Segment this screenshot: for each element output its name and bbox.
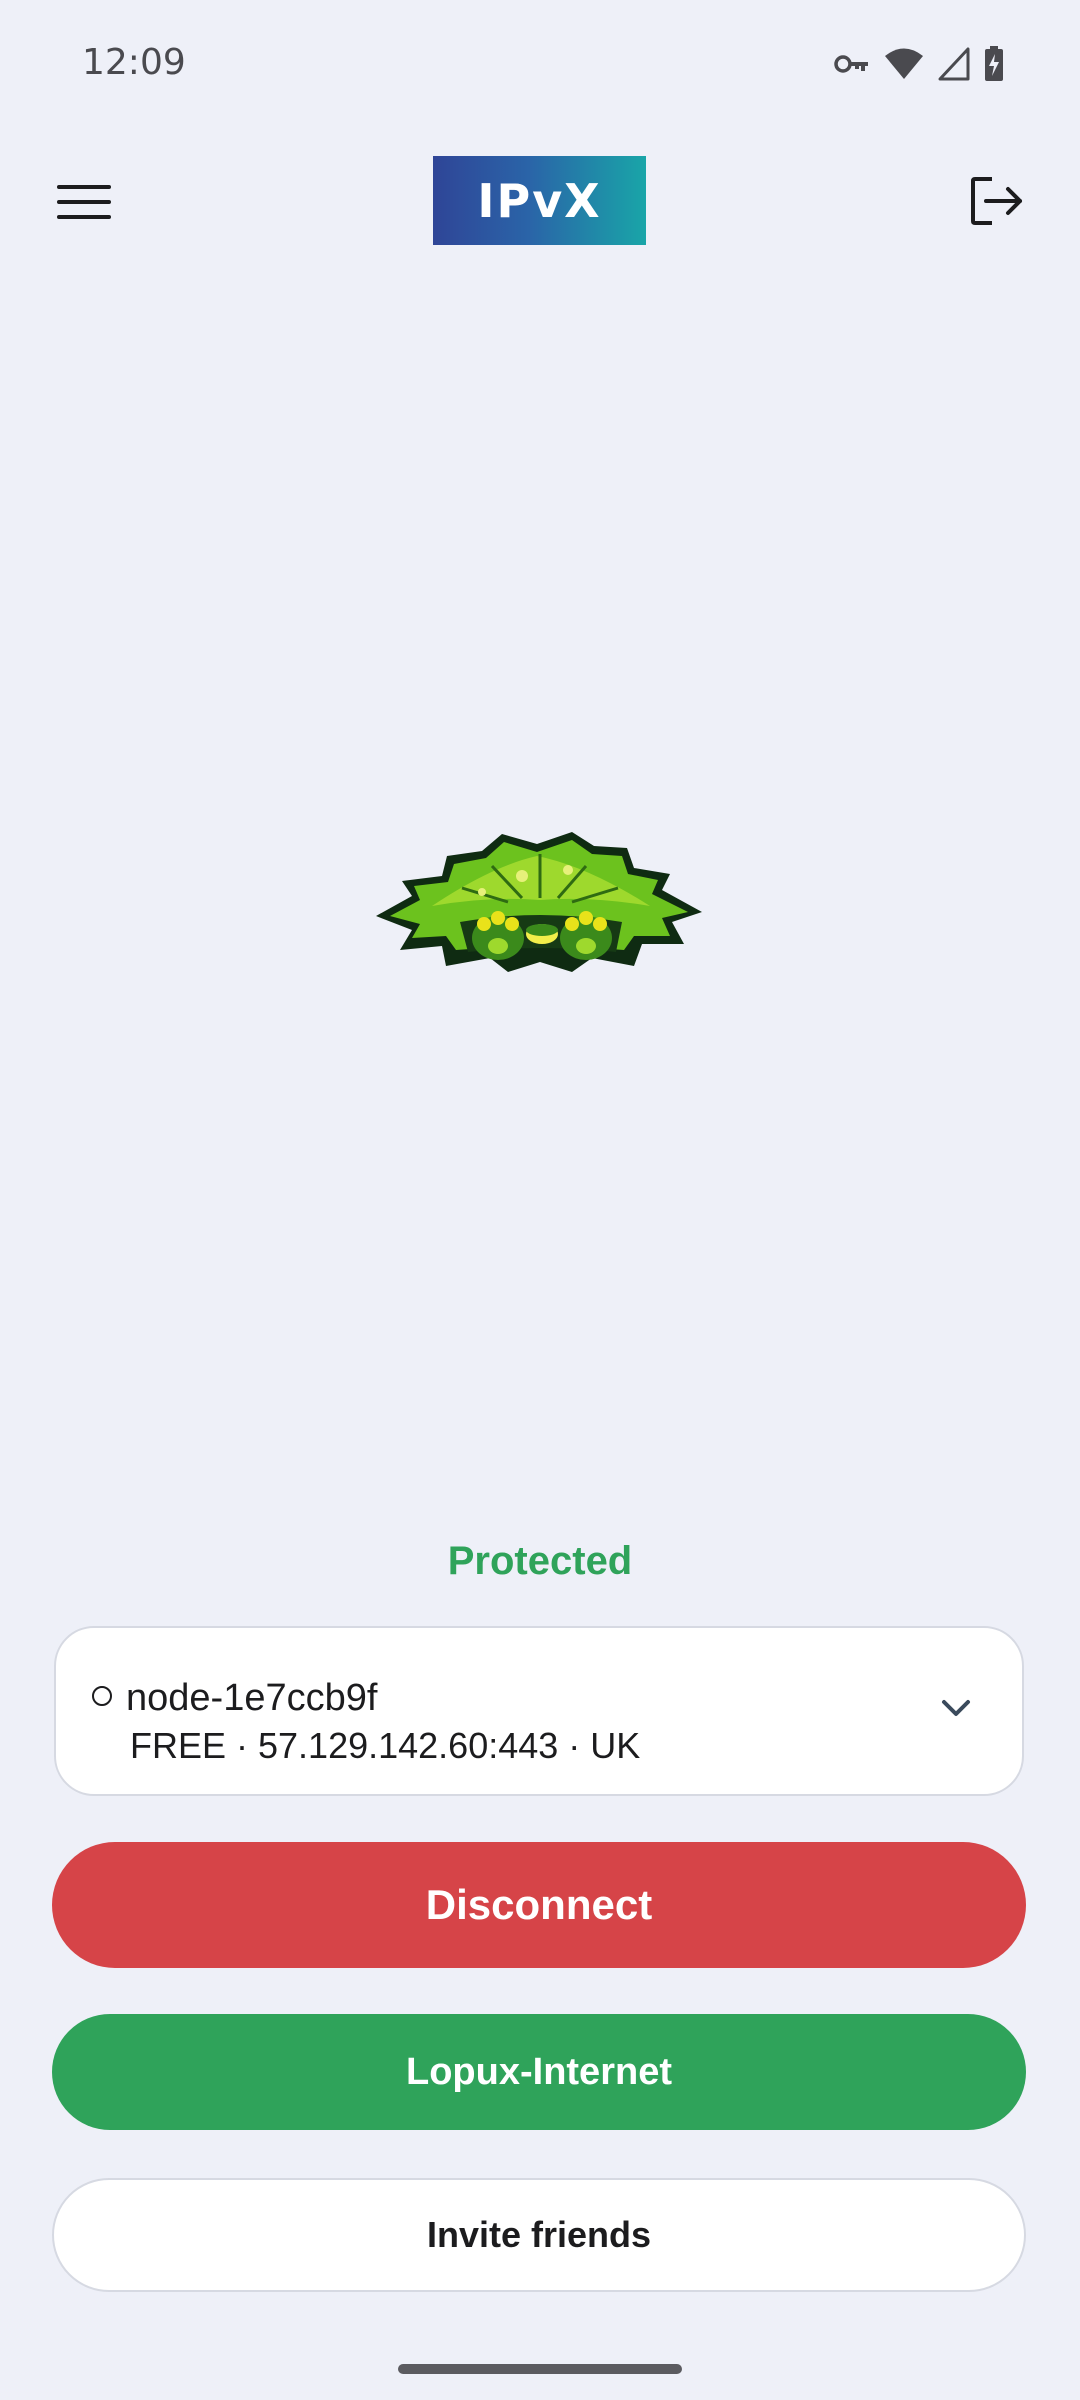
- wifi-icon: [885, 48, 923, 79]
- status-bar-icons: [834, 42, 1004, 86]
- chevron-down-icon[interactable]: [936, 1688, 976, 1728]
- logo-text: IPvX: [477, 173, 602, 228]
- server-selector[interactable]: node-1e7ccb9f FREE · 57.129.142.60:443 ·…: [54, 1626, 1024, 1796]
- home-indicator[interactable]: [398, 2364, 682, 2374]
- server-details: FREE · 57.129.142.60:443 · UK: [130, 1725, 641, 1766]
- cellular-signal-icon: [938, 47, 970, 81]
- app-logo: IPvX: [433, 156, 646, 245]
- invite-friends-button[interactable]: Invite friends: [52, 2178, 1026, 2292]
- server-name-row: node-1e7ccb9f: [92, 1676, 377, 1720]
- server-status-icon: [92, 1685, 112, 1706]
- logout-button[interactable]: [962, 168, 1032, 234]
- disconnect-button[interactable]: Disconnect: [52, 1842, 1026, 1968]
- connection-status: Protected: [447, 1539, 633, 1583]
- lopux-internet-button[interactable]: Lopux-Internet: [52, 2014, 1026, 2130]
- hamburger-menu-icon: [57, 185, 111, 219]
- mascot-illustration: [376, 832, 702, 972]
- server-name: node-1e7ccb9f: [126, 1677, 378, 1719]
- status-bar-time: 12:09: [82, 42, 186, 83]
- menu-button[interactable]: [52, 172, 116, 232]
- battery-charging-icon: [985, 46, 1003, 81]
- vpn-key-icon: [834, 55, 868, 73]
- logout-icon: [971, 177, 1022, 225]
